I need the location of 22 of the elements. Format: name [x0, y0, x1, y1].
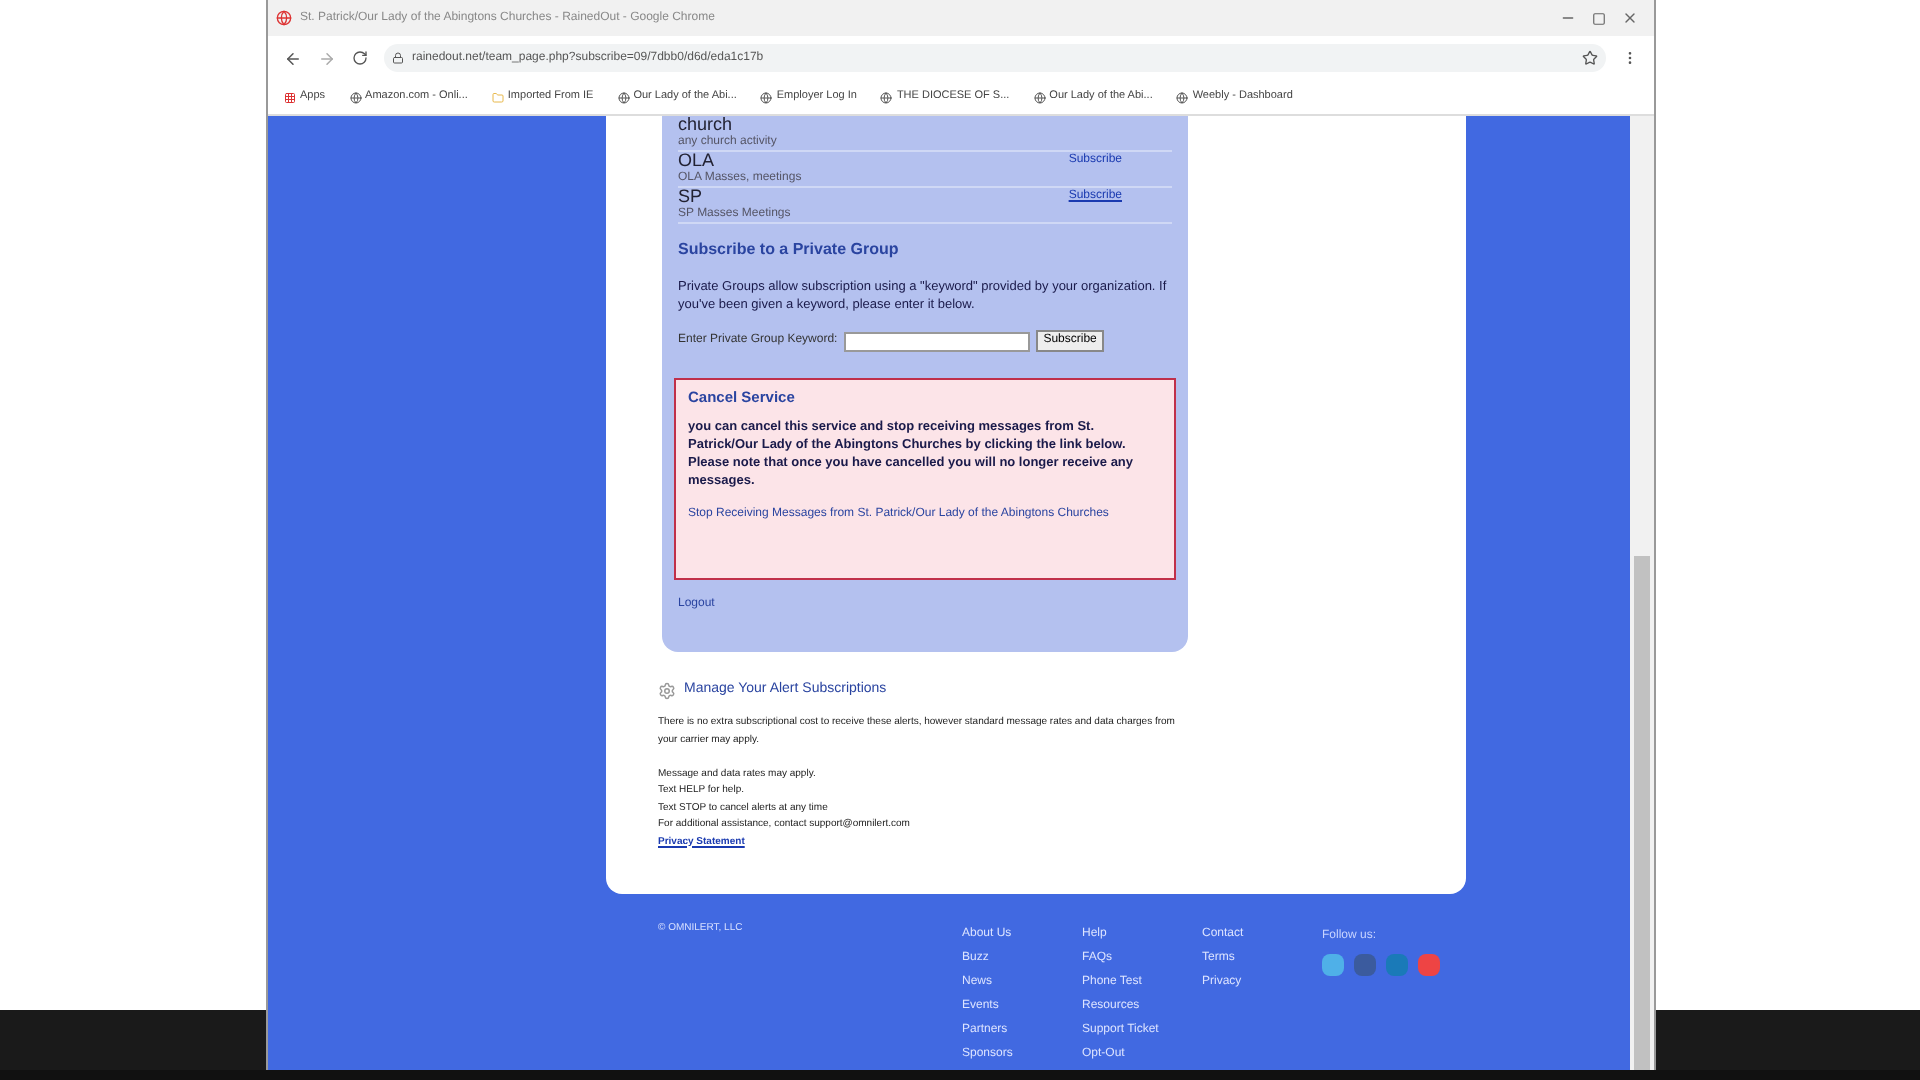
group-name: SP	[678, 188, 705, 206]
site-icon	[880, 91, 893, 103]
reload-icon[interactable]	[352, 50, 368, 66]
group-name: OLA	[678, 152, 717, 170]
group-name: church	[678, 116, 735, 134]
forward-icon[interactable]	[318, 49, 336, 67]
close-icon[interactable]	[1622, 10, 1638, 26]
bookmark-star-icon[interactable]	[1582, 50, 1598, 66]
site-icon	[349, 91, 362, 103]
keyword-input[interactable]	[843, 331, 1030, 351]
site-icon	[1033, 91, 1046, 103]
gear-icon	[658, 681, 676, 700]
maximize-icon[interactable]	[1592, 11, 1606, 25]
site-icon	[1176, 91, 1189, 103]
site-icon	[760, 91, 773, 103]
back-icon[interactable]	[284, 49, 302, 67]
folder-icon	[491, 91, 504, 103]
section-heading: Subscribe to a Private Group	[678, 238, 901, 262]
site-icon	[617, 91, 630, 103]
lock-icon	[392, 52, 404, 64]
apps-grid-icon	[284, 91, 296, 103]
scrollbar[interactable]	[1630, 116, 1654, 1070]
